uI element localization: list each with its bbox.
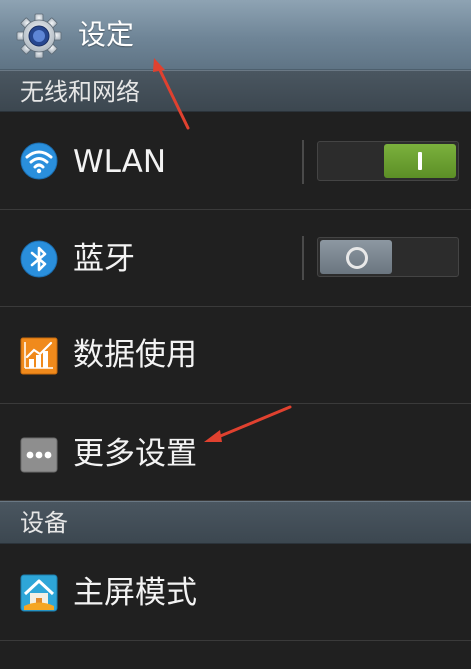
toggle-knob xyxy=(320,240,392,274)
divider xyxy=(302,140,304,184)
settings-item-label: WLAN xyxy=(73,144,167,180)
wlan-toggle[interactable] xyxy=(317,141,459,181)
section-label: 无线和网络 xyxy=(20,78,140,106)
settings-item-label: 数据使用 xyxy=(73,337,197,373)
settings-item-label: 蓝牙 xyxy=(73,241,135,277)
settings-item-data-usage[interactable]: 数据使用 xyxy=(0,307,471,404)
bluetooth-toggle[interactable] xyxy=(317,237,459,277)
settings-item-partial xyxy=(0,641,471,669)
wifi-icon xyxy=(20,142,58,180)
settings-item-wlan[interactable]: WLAN xyxy=(0,112,471,210)
divider xyxy=(302,236,304,280)
bluetooth-icon xyxy=(20,240,58,278)
section-header-wireless: 无线和网络 xyxy=(0,70,471,112)
settings-item-label: 主屏模式 xyxy=(73,575,197,611)
settings-item-label: 更多设置 xyxy=(73,436,197,472)
data-usage-icon xyxy=(20,337,58,375)
more-icon xyxy=(20,437,58,473)
page-title: 设定 xyxy=(78,18,135,51)
section-header-device: 设备 xyxy=(0,501,471,544)
section-label: 设备 xyxy=(20,509,68,537)
settings-item-bluetooth[interactable]: 蓝牙 xyxy=(0,210,471,307)
settings-item-more-settings[interactable]: 更多设置 xyxy=(0,404,471,501)
action-bar: 设定 xyxy=(0,0,471,70)
gear-icon[interactable] xyxy=(16,13,62,59)
home-icon xyxy=(20,574,58,612)
toggle-knob xyxy=(384,144,456,178)
settings-item-home-mode[interactable]: 主屏模式 xyxy=(0,544,471,641)
